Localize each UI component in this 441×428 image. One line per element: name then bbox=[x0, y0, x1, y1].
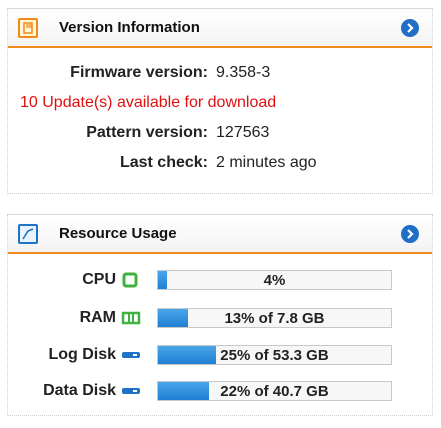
data-disk-label: Data Disk bbox=[43, 382, 116, 399]
updates-available-link[interactable]: 10 Update(s) available for download bbox=[20, 94, 276, 112]
pattern-version-label: Pattern version: bbox=[86, 124, 208, 141]
cpu-usage-text: 4% bbox=[263, 272, 286, 289]
ram-usage-text: 13% of 7.8 GB bbox=[224, 310, 325, 327]
data-disk-usage-text: 22% of 40.7 GB bbox=[220, 383, 329, 400]
chevron-right-circle-icon[interactable] bbox=[401, 225, 419, 243]
log-disk-usage-bar: 25% of 53.3 GB bbox=[157, 345, 392, 365]
ram-usage-bar: 13% of 7.8 GB bbox=[157, 308, 392, 328]
resource-usage-panel: Resource Usage CPU 4% RAM 13% of 7.8 GB … bbox=[7, 214, 433, 416]
resource-panel-title: Resource Usage bbox=[59, 225, 177, 242]
version-tabs-icon bbox=[18, 18, 38, 38]
resource-window-icon bbox=[18, 224, 38, 244]
resource-panel-header: Resource Usage bbox=[8, 214, 432, 254]
last-check-value: 2 minutes ago bbox=[216, 154, 317, 171]
version-panel-title: Version Information bbox=[59, 19, 200, 36]
version-information-panel: Version Information Firmware version: 9.… bbox=[7, 8, 433, 194]
ram-module-icon bbox=[121, 309, 141, 332]
disk-drive-icon bbox=[121, 346, 141, 369]
version-panel-header: Version Information bbox=[8, 8, 432, 48]
cpu-chip-icon bbox=[121, 271, 139, 294]
cpu-label: CPU bbox=[82, 271, 116, 288]
data-disk-usage-bar: 22% of 40.7 GB bbox=[157, 381, 392, 401]
disk-drive-icon bbox=[121, 382, 141, 405]
log-disk-usage-text: 25% of 53.3 GB bbox=[220, 347, 329, 364]
firmware-version-label: Firmware version: bbox=[70, 64, 208, 81]
ram-label: RAM bbox=[79, 309, 116, 326]
last-check-label: Last check: bbox=[119, 154, 208, 171]
log-disk-label: Log Disk bbox=[48, 346, 116, 363]
chevron-right-circle-icon[interactable] bbox=[401, 19, 419, 37]
pattern-version-value: 127563 bbox=[216, 124, 270, 141]
cpu-usage-bar: 4% bbox=[157, 270, 392, 290]
firmware-version-value: 9.358-3 bbox=[216, 64, 271, 81]
